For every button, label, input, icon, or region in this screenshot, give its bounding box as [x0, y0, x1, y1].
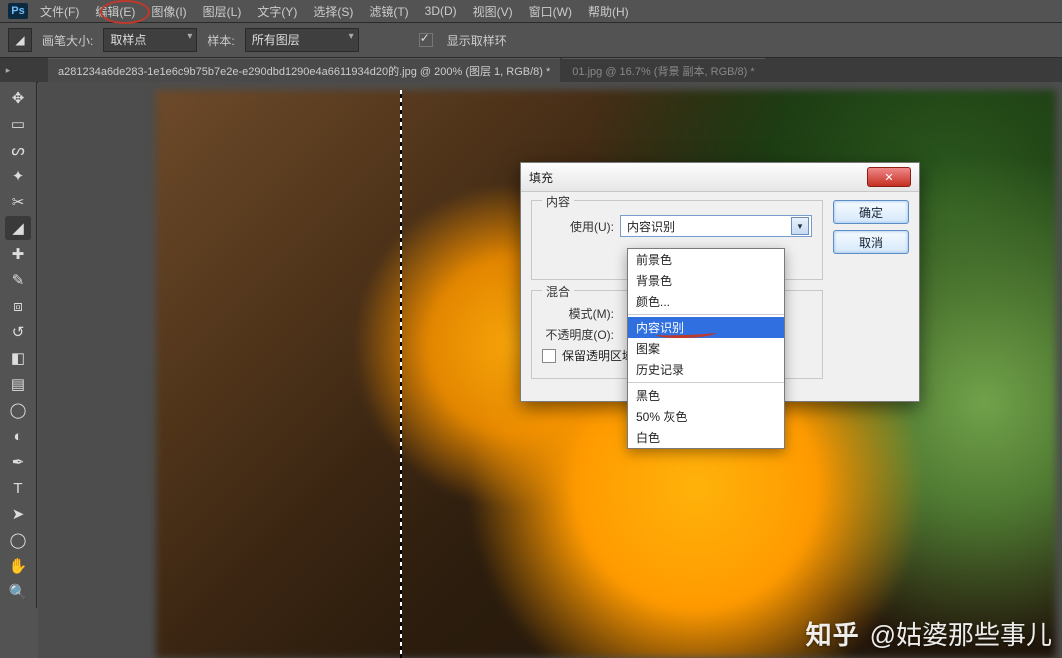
menu-select[interactable]: 选择(S) — [309, 1, 357, 22]
content-group-title: 内容 — [542, 193, 574, 210]
menu-help[interactable]: 帮助(H) — [584, 1, 633, 22]
sample-field[interactable]: 所有图层 — [245, 28, 359, 52]
dropdown-item[interactable]: 黑色 — [628, 385, 784, 406]
clone-stamp-tool[interactable]: ⧈ — [5, 294, 31, 318]
mini-panel-tab[interactable]: ▸ — [0, 60, 16, 80]
dropdown-separator — [628, 314, 784, 315]
menu-bar: Ps 文件(F) 编辑(E) 图像(I) 图层(L) 文字(Y) 选择(S) 滤… — [0, 0, 1062, 23]
dropdown-item[interactable]: 白色 — [628, 427, 784, 448]
chevron-down-icon[interactable]: ▼ — [791, 217, 809, 235]
menu-file[interactable]: 文件(F) — [36, 1, 83, 22]
hand-tool[interactable]: ✋ — [5, 554, 31, 578]
document-tab-bar: a281234a6de283-1e1e6c9b75b7e2e-e290dbd12… — [0, 58, 1062, 83]
dropdown-item[interactable]: 背景色 — [628, 270, 784, 291]
app-logo: Ps — [8, 3, 28, 19]
annotation-underline — [656, 328, 716, 339]
menu-view[interactable]: 视图(V) — [469, 1, 517, 22]
brush-size-label: 画笔大小: — [42, 32, 93, 49]
move-tool[interactable]: ✥ — [5, 86, 31, 110]
toolbox: ✥▭ᔕ✦✂◢✚✎⧈↺◧▤◯◐✒T➤◯✋🔍 — [0, 82, 37, 608]
dropdown-separator — [628, 382, 784, 383]
options-bar: ◢ 画笔大小: 取样点 样本: 所有图层 显示取样环 — [0, 23, 1062, 58]
dropdown-item[interactable]: 内容识别 — [628, 317, 784, 338]
use-combobox-value: 内容识别 — [627, 218, 675, 235]
eyedropper-tool[interactable]: ◢ — [5, 216, 31, 240]
lasso-tool[interactable]: ᔕ — [5, 138, 31, 162]
zoom-tool[interactable]: 🔍 — [5, 580, 31, 604]
dropdown-item[interactable]: 图案 — [628, 338, 784, 359]
document-tab-inactive[interactable]: 01.jpg @ 16.7% (背景 副本, RGB/8) * — [562, 58, 764, 83]
preserve-transparency-checkbox[interactable] — [542, 349, 556, 363]
wand-tool[interactable]: ✦ — [5, 164, 31, 188]
mode-label: 模式(M): — [542, 305, 614, 322]
tool-preset-icon[interactable]: ◢ — [8, 28, 32, 52]
document-tab-active[interactable]: a281234a6de283-1e1e6c9b75b7e2e-e290dbd12… — [48, 58, 560, 83]
use-dropdown-list[interactable]: 前景色背景色颜色... 内容识别图案历史记录黑色50% 灰色白色 — [627, 248, 785, 449]
dropdown-item[interactable]: 历史记录 — [628, 359, 784, 380]
menu-edit[interactable]: 编辑(E) — [91, 1, 139, 22]
use-combobox[interactable]: 内容识别 ▼ — [620, 215, 812, 237]
sample-label: 样本: — [207, 32, 234, 49]
path-select-tool[interactable]: ➤ — [5, 502, 31, 526]
selection-edge — [400, 90, 402, 658]
menu-filter[interactable]: 滤镜(T) — [365, 1, 412, 22]
history-brush-tool[interactable]: ↺ — [5, 320, 31, 344]
dropdown-item[interactable]: 颜色... — [628, 291, 784, 312]
dialog-close-button[interactable]: ✕ — [867, 167, 911, 187]
dialog-titlebar[interactable]: 填充 ✕ — [521, 163, 919, 192]
eraser-tool[interactable]: ◧ — [5, 346, 31, 370]
gradient-tool[interactable]: ▤ — [5, 372, 31, 396]
menu-window[interactable]: 窗口(W) — [525, 1, 576, 22]
use-label: 使用(U): — [542, 218, 614, 235]
menu-layer[interactable]: 图层(L) — [199, 1, 246, 22]
crop-tool[interactable]: ✂ — [5, 190, 31, 214]
show-ring-checkbox[interactable] — [419, 33, 433, 47]
show-ring-label: 显示取样环 — [447, 32, 507, 49]
blur-tool[interactable]: ◯ — [5, 398, 31, 422]
dropdown-item[interactable]: 前景色 — [628, 249, 784, 270]
dialog-title: 填充 — [529, 169, 553, 186]
type-tool[interactable]: T — [5, 476, 31, 500]
dodge-tool[interactable]: ◐ — [5, 424, 31, 448]
pen-tool[interactable]: ✒ — [5, 450, 31, 474]
cancel-button[interactable]: 取消 — [833, 230, 909, 254]
ok-button[interactable]: 确定 — [833, 200, 909, 224]
brush-tool[interactable]: ✎ — [5, 268, 31, 292]
dropdown-item[interactable]: 50% 灰色 — [628, 406, 784, 427]
shape-tool[interactable]: ◯ — [5, 528, 31, 552]
blend-group-title: 混合 — [542, 283, 574, 300]
menu-type[interactable]: 文字(Y) — [253, 1, 301, 22]
menu-3d[interactable]: 3D(D) — [421, 2, 461, 20]
opacity-label: 不透明度(O): — [542, 326, 614, 343]
healing-brush-tool[interactable]: ✚ — [5, 242, 31, 266]
menu-image[interactable]: 图像(I) — [147, 1, 190, 22]
brush-size-field[interactable]: 取样点 — [103, 28, 197, 52]
marquee-tool[interactable]: ▭ — [5, 112, 31, 136]
